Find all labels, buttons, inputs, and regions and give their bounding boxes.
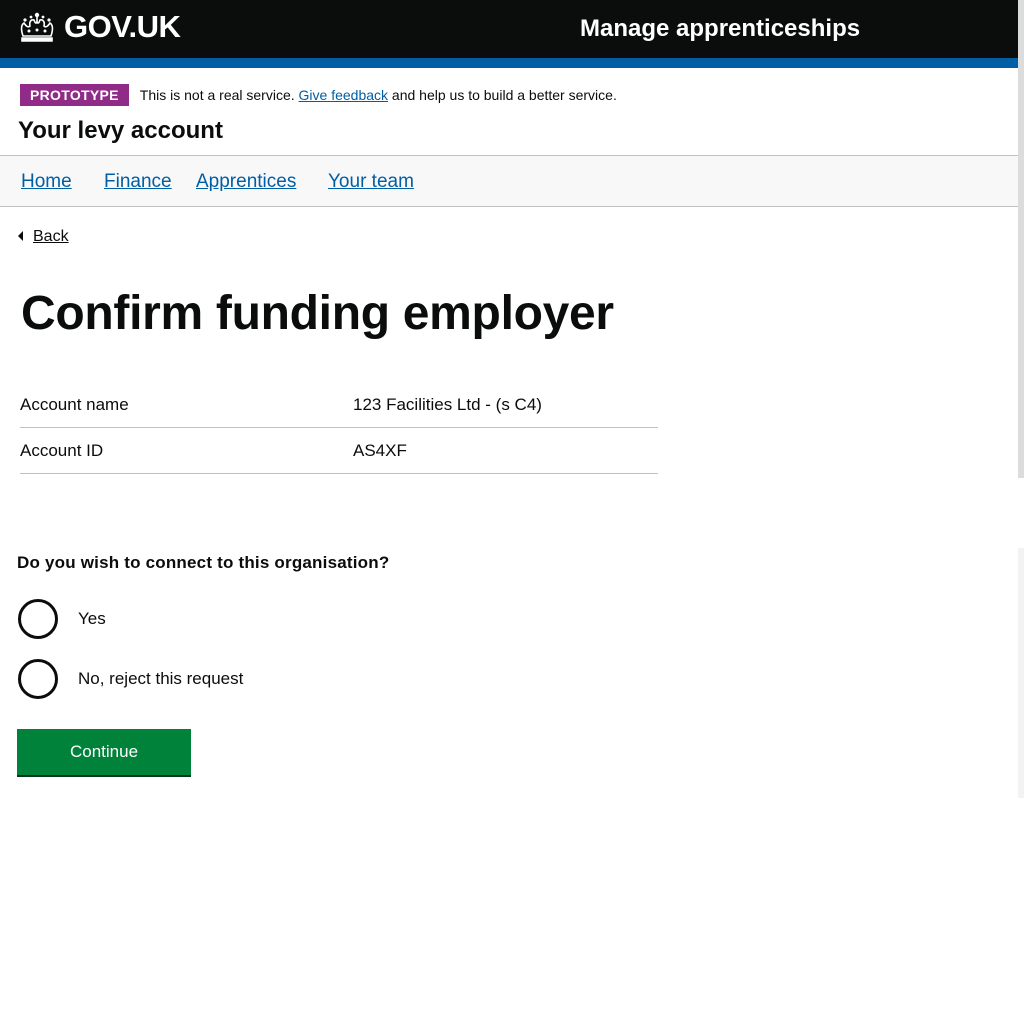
radio-label-yes: Yes [78, 609, 106, 628]
back-link-label: Back [33, 228, 69, 245]
global-header: GOV.UK Manage apprenticeships [0, 0, 1018, 58]
service-name-link[interactable]: Manage apprenticeships [580, 15, 860, 43]
crown-icon [20, 12, 54, 42]
back-arrow-icon [18, 231, 23, 241]
summary-key: Account name [20, 394, 129, 414]
summary-row: Account name 123 Facilities Ltd - (s C4) [20, 382, 658, 428]
phase-text-before: This is not a real service. [139, 87, 295, 103]
scrollbar-lower-track [1018, 548, 1024, 798]
radio-label-no: No, reject this request [78, 669, 244, 688]
continue-button[interactable]: Continue [17, 729, 191, 775]
nav-item-home[interactable]: Home [21, 171, 72, 193]
radio-button-yes[interactable] [18, 599, 58, 639]
connect-question-legend: Do you wish to connect to this organisat… [17, 553, 390, 572]
back-link[interactable]: Back [18, 227, 69, 247]
account-title: Your levy account [18, 117, 223, 144]
nav-item-your-team[interactable]: Your team [328, 171, 414, 193]
radio-option-no[interactable]: No, reject this request [18, 659, 243, 699]
summary-row: Account ID AS4XF [20, 428, 658, 474]
nav-item-finance[interactable]: Finance [104, 171, 172, 193]
scrollbar-thumb[interactable] [1018, 0, 1024, 478]
phase-tag: PROTOTYPE [20, 84, 129, 106]
radio-button-no[interactable] [18, 659, 58, 699]
account-navigation: Home Finance Apprentices Your team [0, 155, 1018, 207]
logo-text: GOV.UK [64, 9, 181, 44]
radio-option-yes[interactable]: Yes [18, 599, 106, 639]
govuk-logo-link[interactable]: GOV.UK [18, 9, 181, 44]
summary-value: 123 Facilities Ltd - (s C4) [353, 394, 542, 414]
nav-item-apprentices[interactable]: Apprentices [196, 171, 296, 193]
summary-value: AS4XF [353, 440, 407, 460]
give-feedback-link[interactable]: Give feedback [299, 87, 389, 103]
phase-text-after: and help us to build a better service. [391, 87, 617, 103]
phase-banner-text: This is not a real service. Give feedbac… [140, 84, 617, 106]
account-summary-list: Account name 123 Facilities Ltd - (s C4)… [20, 382, 658, 474]
phase-banner: PROTOTYPE This is not a real service. Gi… [20, 84, 617, 106]
header-blue-bar [0, 58, 1018, 68]
page-title: Confirm funding employer [21, 287, 614, 340]
summary-key: Account ID [20, 440, 104, 460]
